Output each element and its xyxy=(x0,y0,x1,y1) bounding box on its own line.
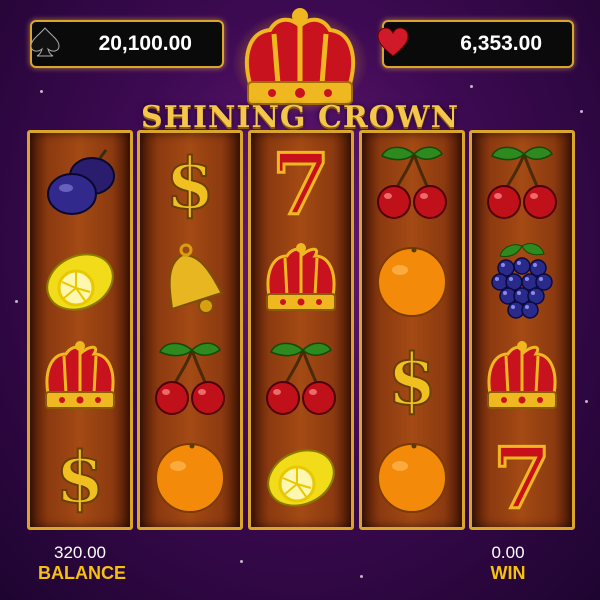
heart-jackpot-value: 6,353.00 xyxy=(460,32,542,55)
reel-symbol: $ xyxy=(30,427,130,525)
heart-icon xyxy=(377,27,409,57)
bell-icon xyxy=(168,243,223,314)
plum-icon xyxy=(47,149,115,215)
reel-symbol xyxy=(30,231,130,329)
reel-1: $ xyxy=(27,130,133,530)
dollar-icon: $ xyxy=(165,142,216,222)
balance-label: BALANCE xyxy=(38,563,126,583)
reel-symbol xyxy=(362,427,462,525)
reel-symbol xyxy=(30,329,130,427)
svg-text:$: $ xyxy=(166,142,215,222)
orange-icon xyxy=(377,443,447,513)
svg-text:$: $ xyxy=(56,436,105,516)
orange-icon xyxy=(377,247,447,317)
reel-symbol: $ xyxy=(362,329,462,427)
win-value: 0.00 xyxy=(491,543,525,562)
dollar-icon: $ xyxy=(387,338,438,418)
svg-text:$: $ xyxy=(388,338,437,418)
orange-icon xyxy=(155,443,225,513)
reel-symbol xyxy=(140,329,240,427)
reel-symbol xyxy=(251,329,351,427)
reel-symbol xyxy=(30,133,130,231)
win-label: WIN xyxy=(490,563,526,583)
reel-symbol xyxy=(251,231,351,329)
reel-4: $ xyxy=(359,130,465,530)
crown-icon xyxy=(266,243,336,311)
spade-jackpot-bar: 20,100.00 xyxy=(30,20,224,68)
crown-icon xyxy=(487,341,557,409)
reel-3: 7 xyxy=(248,130,354,530)
svg-text:7: 7 xyxy=(272,142,330,222)
crown-icon xyxy=(45,341,115,409)
cherries-icon xyxy=(377,146,447,219)
lemon-icon xyxy=(267,449,335,507)
reel-symbol xyxy=(472,231,572,329)
seven-icon: 7 xyxy=(491,436,552,516)
reel-symbol: $ xyxy=(140,133,240,231)
lemon-icon xyxy=(46,253,114,311)
reel-symbol xyxy=(472,133,572,231)
crown-logo-icon xyxy=(232,8,368,114)
reel-2: $ xyxy=(137,130,243,530)
reel-symbol xyxy=(251,427,351,525)
cherries-icon xyxy=(487,146,557,219)
dollar-icon: $ xyxy=(55,436,106,516)
reel-symbol xyxy=(362,231,462,329)
cherries-icon xyxy=(155,342,225,415)
svg-text:7: 7 xyxy=(493,436,551,516)
heart-jackpot-bar: 6,353.00 xyxy=(377,20,574,68)
grapes-icon xyxy=(491,243,553,319)
reel-symbol xyxy=(472,329,572,427)
reel-5: 7 xyxy=(469,130,575,530)
reel-symbol: 7 xyxy=(472,427,572,525)
reel-symbol: 7 xyxy=(251,133,351,231)
balance-value: 320.00 xyxy=(54,543,106,562)
reel-symbol xyxy=(140,231,240,329)
reel-symbol xyxy=(140,427,240,525)
reel-symbol xyxy=(362,133,462,231)
spade-jackpot-value: 20,100.00 xyxy=(98,32,192,55)
seven-icon: 7 xyxy=(270,142,331,222)
cherries-icon xyxy=(266,342,336,415)
spade-icon xyxy=(30,27,60,57)
